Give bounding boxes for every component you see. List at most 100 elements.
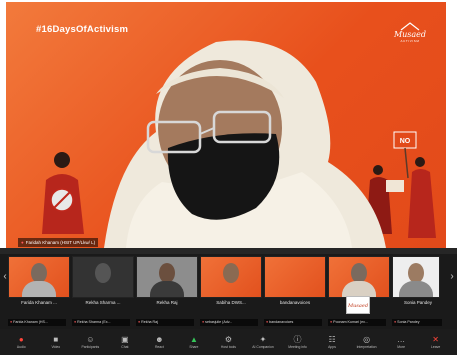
active-speaker-video[interactable]: NO #16DaysOfActivism Musaed ACTIVISM ● F…: [6, 2, 446, 248]
participant-label-text: sebasjulie (Adv...: [205, 320, 233, 324]
video-button-label: Video: [51, 344, 61, 349]
logo-tagline: ACTIVISM: [400, 39, 420, 43]
organizer-logo: Musaed ACTIVISM: [387, 22, 433, 52]
mic-off-icon: ●: [394, 320, 397, 324]
participant-body: [150, 281, 184, 297]
ai-companion-icon: ✦: [259, 334, 267, 344]
meeting-window: NO #16DaysOfActivism Musaed ACTIVISM ● F…: [0, 0, 457, 359]
ai-companion-button[interactable]: ✦ AI Companion: [248, 335, 278, 350]
mic-off-icon: ●: [21, 240, 24, 245]
participant-label: ●bandanavoices: [264, 319, 322, 326]
host-tools-button-label: Host tools: [220, 344, 236, 349]
participant-label: ●Rekha Sharma (Ex...: [72, 319, 130, 326]
speaker-name-text: Faridah Khanam (HSIT UP/Lkw/ L): [25, 240, 96, 245]
leave-icon: ✕: [432, 334, 439, 344]
participants-button-label: Participants: [81, 344, 100, 349]
strip-divider: [0, 248, 457, 254]
apps-button[interactable]: ☷ Apps: [317, 335, 347, 350]
protest-illustration-left: [42, 152, 84, 234]
participant-label-text: Rekha Sharma (Ex...: [77, 320, 111, 324]
participant-tile[interactable]: [328, 256, 390, 298]
host-tools-icon: ⚙: [224, 334, 233, 344]
chat-icon: ▣: [121, 334, 129, 344]
participant-face: [223, 263, 239, 283]
participant-label-text: Sonia Pandey: [397, 320, 420, 324]
mic-off-icon: ●: [330, 320, 333, 324]
more-button[interactable]: … More: [386, 335, 416, 350]
interpretation-icon: ◎: [363, 334, 371, 344]
participant-strip: ‹ › Farida Khanam ... Rekha Sharma ... R…: [0, 248, 457, 338]
more-icon: …: [397, 334, 406, 344]
mic-off-icon: ●: [266, 320, 269, 324]
meeting-info-button[interactable]: ⓘ Meeting info: [283, 335, 313, 350]
leave-button-label: Leave: [431, 344, 441, 349]
participants-button[interactable]: ☺ Participants: [75, 335, 105, 350]
react-button[interactable]: ☻ React: [144, 335, 174, 350]
more-button-label: More: [397, 344, 405, 349]
participant-tile[interactable]: [136, 256, 198, 298]
participant-label: ●Sonia Pandey: [392, 319, 442, 326]
participant-name: Sabiha DWS...: [216, 300, 246, 305]
participant-label-text: bandanavoices: [269, 320, 294, 324]
placard-text: NO: [400, 138, 411, 145]
apps-icon: ☷: [328, 334, 336, 344]
participant-label: ●Rekha Raj: [136, 319, 194, 326]
meeting-info-button-label: Meeting info: [288, 344, 307, 349]
next-page-icon[interactable]: ›: [447, 268, 457, 286]
share-icon: ▲: [189, 334, 198, 344]
interpretation-button-label: Interpretation: [356, 344, 377, 349]
chat-button[interactable]: ▣ Chat: [110, 335, 140, 350]
participant-name: bandanavoices: [279, 300, 311, 305]
share-button[interactable]: ▲ Share: [179, 335, 209, 350]
speaker-name-label: ● Faridah Khanam (HSIT UP/Lkw/ L): [18, 238, 99, 247]
mic-off-icon: ●: [10, 320, 13, 324]
meeting-info-icon: ⓘ: [293, 334, 302, 344]
participant-label-text: Poonam Kumari (ex...: [333, 320, 368, 324]
video-button[interactable]: ■ Video: [41, 335, 71, 350]
mic-off-icon: ●: [202, 320, 205, 324]
musaed-logo-tile: Musaed: [346, 296, 370, 314]
participant-label: ●Farida Khanam (HS...: [8, 319, 66, 326]
participant-body: [22, 281, 56, 297]
host-tools-button[interactable]: ⚙ Host tools: [213, 335, 243, 350]
logo-wordmark: Musaed: [393, 30, 427, 39]
share-button-label: Share: [189, 344, 199, 349]
participant-label-text: Rekha Raj: [141, 320, 158, 324]
leave-button[interactable]: ✕ Leave: [421, 335, 451, 350]
participant-tile[interactable]: [8, 256, 70, 298]
participant-name: Sonia Pandey: [403, 300, 433, 305]
interpretation-button[interactable]: ◎ Interpretation: [352, 335, 382, 350]
participant-body: [399, 281, 433, 297]
participant-face: [408, 263, 424, 283]
participant-face: [351, 263, 367, 283]
react-button-label: React: [154, 344, 164, 349]
participants-icon: ☺: [86, 334, 95, 344]
participant-face: [31, 263, 47, 283]
ai-companion-button-label: AI Companion: [252, 344, 274, 349]
react-icon: ☻: [155, 334, 164, 344]
hashtag-text: #16DaysOfActivism: [36, 24, 129, 35]
chat-button-label: Chat: [121, 344, 129, 349]
participant-label-text: Farida Khanam (HS...: [13, 320, 48, 324]
video-icon: ■: [53, 334, 59, 344]
participant-tile[interactable]: [392, 256, 440, 298]
participant-tile[interactable]: [264, 256, 326, 298]
audio-button[interactable]: ● Audio: [6, 335, 36, 350]
meeting-toolbar: ● Audio ■ Video ☺ Participants ▣ Chat ☻ React…: [0, 329, 457, 355]
mic-off-icon: ●: [74, 320, 77, 324]
mic-off-icon: ●: [18, 334, 24, 344]
participant-label: ●sebasjulie (Adv...: [200, 319, 258, 326]
participant-label: ●Poonam Kumari (ex...: [328, 319, 386, 326]
participant-face: [95, 263, 111, 283]
participant-name: Farida Khanam ...: [21, 300, 57, 305]
participant-name: Rekha Sharma ...: [85, 300, 121, 305]
apps-button-label: Apps: [328, 344, 336, 349]
participant-face: [159, 263, 175, 283]
participant-tile[interactable]: [72, 256, 134, 298]
audio-button-label: Audio: [16, 344, 26, 349]
speaker-person: [104, 40, 386, 248]
participant-name: Rekha Raj: [156, 300, 178, 305]
speaker-video-frame: NO: [42, 40, 436, 248]
mic-off-icon: ●: [138, 320, 141, 324]
participant-tile[interactable]: [200, 256, 262, 298]
